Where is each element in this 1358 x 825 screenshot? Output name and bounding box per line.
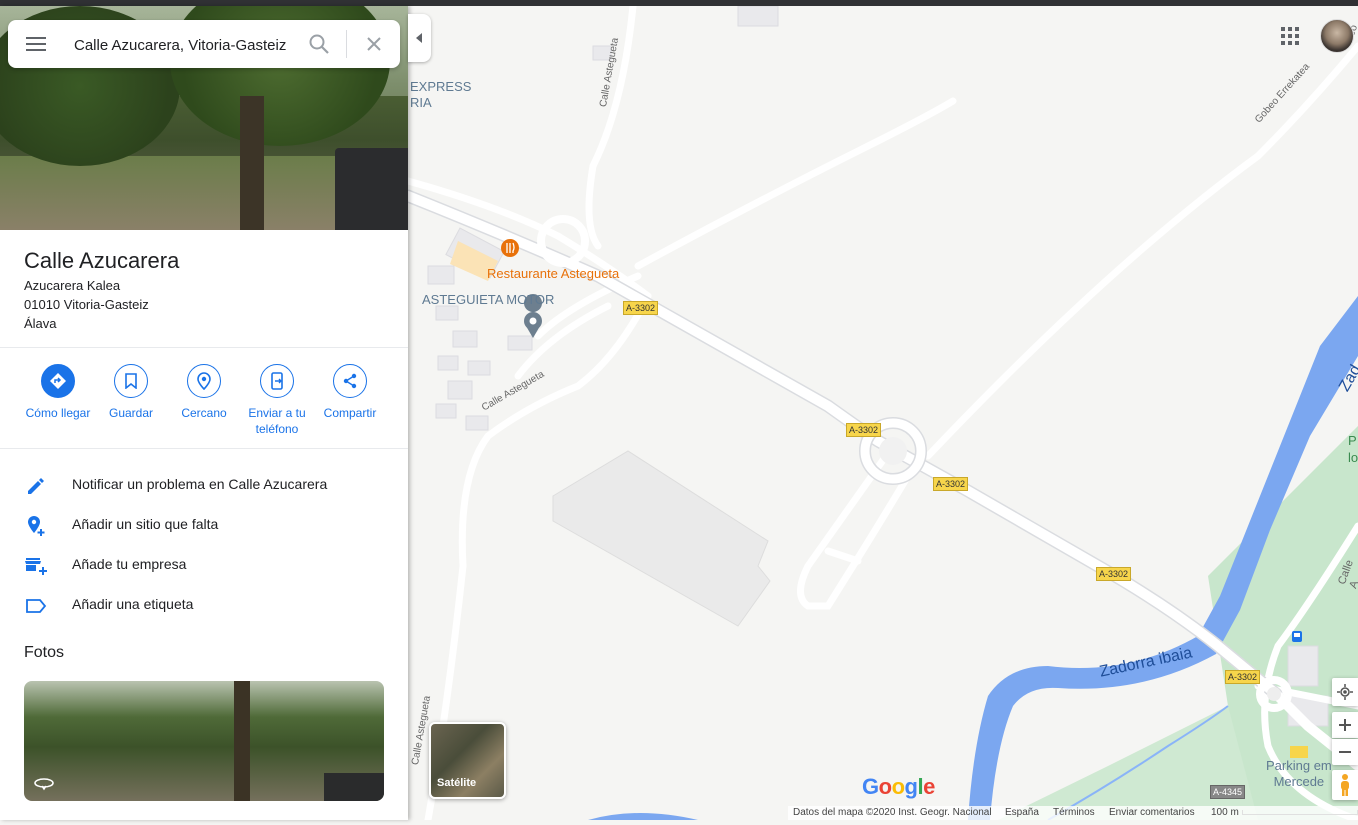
map-footer: Datos del mapa ©2020 Inst. Geogr. Nacion… [788,806,1358,820]
road-shield: A-3302 [846,423,882,437]
address-line-2: 01010 Vitoria-Gasteiz [24,297,149,312]
list-item-label: Añadir un sitio que falta [72,516,219,532]
list-item-label: Añade tu empresa [72,556,187,572]
directions-icon [50,373,66,389]
street-view-360-icon [34,778,54,791]
caret-left-icon [415,33,422,43]
divider [0,347,408,348]
list-item-label: Añadir una etiqueta [72,596,194,612]
zoom-out-button[interactable] [1332,739,1358,765]
search-icon[interactable] [308,33,330,55]
address-line-3: Álava [24,316,57,331]
search-input[interactable] [72,32,306,58]
close-icon[interactable] [363,33,385,55]
nearby-icon [197,372,211,390]
share-icon [343,373,357,389]
add-location-icon [28,516,45,536]
add-business-icon [25,558,47,575]
map-data-attribution: Datos del mapa ©2020 Inst. Geogr. Nacion… [793,807,992,818]
search-divider [346,30,347,58]
list-item-label: Notificar un problema en Calle Azucarera [72,476,328,492]
address-line-1: Azucarera Kalea [24,278,121,293]
map-label-parking: Parking em Mercede [1266,758,1332,789]
share-button[interactable]: Compartir [313,364,387,421]
pegman-icon [1341,774,1349,796]
road-shield: A-4345 [1210,785,1246,799]
directions-button[interactable]: Cómo llegar [21,364,95,421]
avatar[interactable] [1320,19,1354,53]
pencil-icon [28,478,44,494]
zoom-in-button[interactable] [1332,712,1358,738]
report-problem-item[interactable]: Notificar un problema en Calle Azucarera [0,464,408,504]
map-label-asteguieta-motor[interactable]: ASTEGUIETA MOTOR [422,292,554,307]
label-icon [26,599,47,613]
satellite-toggle[interactable]: Satélite [429,722,506,799]
map-label-p-edge: Plo [1348,433,1358,465]
collapse-panel-button[interactable] [408,14,431,62]
crosshair-icon [1337,684,1353,700]
google-logo: Google [862,774,935,799]
nearby-button[interactable]: Cercano [167,364,241,421]
pegman-button[interactable] [1332,770,1358,800]
apps-grid-icon[interactable] [1281,27,1299,45]
road-shield: A-3302 [1225,670,1261,684]
minus-icon [1339,751,1351,753]
menu-icon[interactable] [26,37,46,51]
save-button[interactable]: Guardar [94,364,168,421]
footer-country-link[interactable]: España [1005,807,1039,818]
action-label: Cómo llegar [25,406,91,420]
add-business-item[interactable]: Añade tu empresa [0,544,408,584]
action-label: Cercano [181,406,227,420]
map-graphic[interactable] [401,2,1358,824]
map-scale-label[interactable]: 100 m [1211,807,1239,818]
map-label-restaurant[interactable]: Restaurante Astegueta [487,266,619,281]
satellite-label: Satélite [437,777,477,789]
action-label: Enviar a tu teléfono [248,406,306,436]
add-missing-place-item[interactable]: Añadir un sitio que falta [0,504,408,544]
bookmark-icon [125,373,137,389]
restaurant-marker [501,239,519,257]
photo-thumbnail[interactable] [24,681,384,801]
action-label: Compartir [323,406,377,420]
send-to-phone-icon [271,372,283,390]
my-location-button[interactable] [1332,678,1358,706]
place-title: Calle Azucarera [24,248,180,273]
plus-icon [1339,719,1351,731]
footer-terms-link[interactable]: Términos [1053,807,1095,818]
footer-feedback-link[interactable]: Enviar comentarios [1109,807,1195,818]
road-shield: A-3302 [623,301,659,315]
map-canvas[interactable]: EXPRESS RIA Restaurante Astegueta ASTEGUI… [401,2,1358,824]
send-to-phone-button[interactable]: Enviar a tu teléfono [240,364,314,437]
map-label-express: EXPRESS RIA [410,79,472,110]
road-shield: A-3302 [1096,567,1132,581]
divider [0,448,408,449]
photos-heading: Fotos [24,644,65,661]
place-panel: Calle Azucarera Azucarera Kalea 01010 Vi… [0,6,408,820]
action-label: Guardar [108,406,154,420]
add-label-item[interactable]: Añadir una etiqueta [0,584,408,624]
search-box [8,20,400,68]
road-shield: A-3302 [933,477,969,491]
